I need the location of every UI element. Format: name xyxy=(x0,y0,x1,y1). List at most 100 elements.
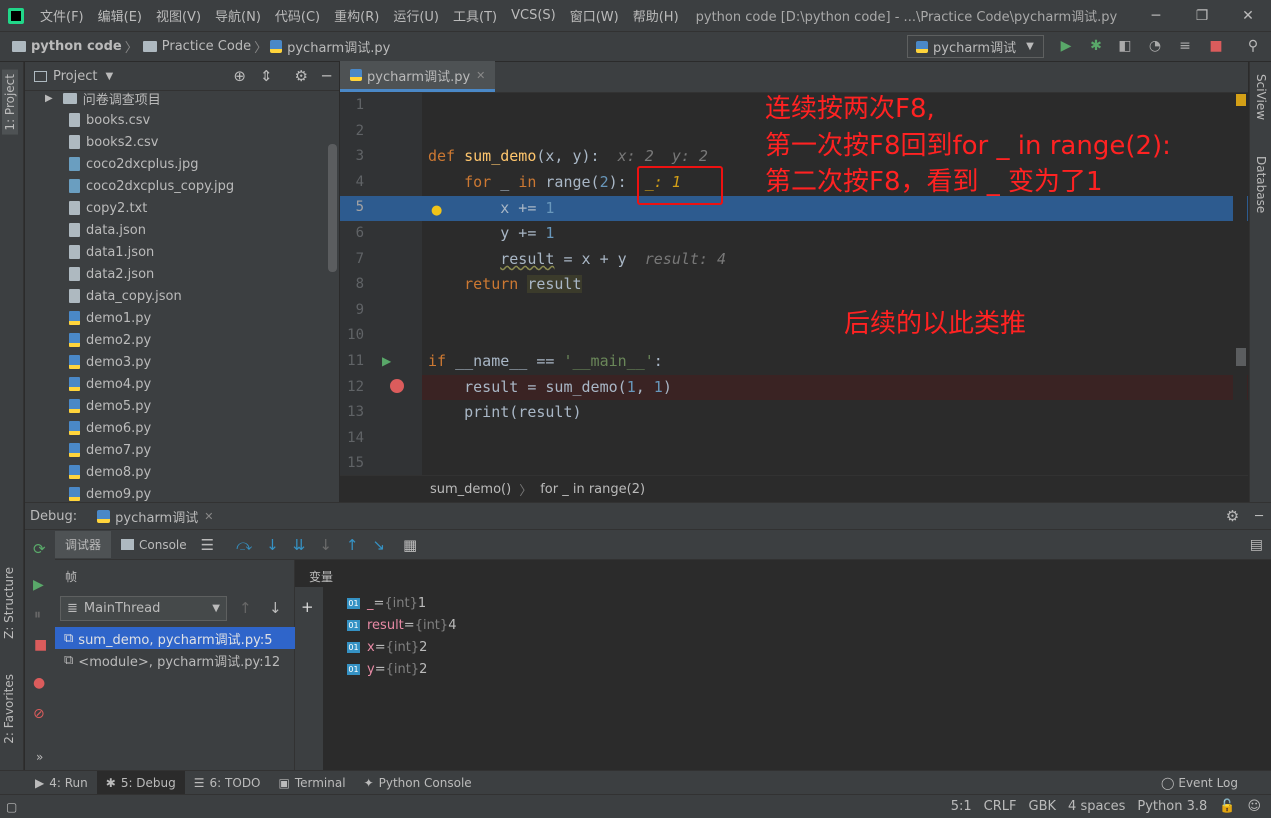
next-frame-icon[interactable]: ↓ xyxy=(269,599,282,617)
lock-icon[interactable]: 🔓 xyxy=(1213,799,1241,814)
more-icon[interactable]: » xyxy=(36,750,43,764)
tab-python-console[interactable]: ✦ Python Console xyxy=(355,771,481,795)
tree-file[interactable]: demo1.py xyxy=(69,307,151,329)
line-separator[interactable]: CRLF xyxy=(978,799,1023,814)
code-line-3[interactable]: def sum_demo(x, y): x: 2 y: 2 xyxy=(428,147,708,165)
step-over-icon[interactable]: ↓ xyxy=(266,536,279,554)
tree-file[interactable]: demo3.py xyxy=(69,351,151,373)
indent-setting[interactable]: 4 spaces xyxy=(1062,799,1131,814)
restore-icon[interactable]: ❐ xyxy=(1179,8,1225,24)
stop-icon[interactable]: ■ xyxy=(34,637,47,653)
layout-toggle-icon[interactable]: ▢ xyxy=(6,800,17,814)
code-line-12[interactable]: result = sum_demo(1, 1) xyxy=(428,378,672,396)
lightbulb-icon[interactable]: ● xyxy=(431,203,442,218)
tree-file[interactable]: demo7.py xyxy=(69,439,151,461)
debug-session-tab[interactable]: pycharm调试 xyxy=(115,507,198,526)
mute-breakpoints-icon[interactable]: ⊘ xyxy=(33,706,45,722)
step-out-icon[interactable]: ↑ xyxy=(346,536,359,554)
tab-database[interactable]: Database xyxy=(1254,156,1268,213)
interpreter[interactable]: Python 3.8 xyxy=(1131,799,1213,814)
menu-code[interactable]: 代码(C) xyxy=(268,6,327,25)
tab-debugger[interactable]: 调试器 xyxy=(55,531,112,558)
pause-icon[interactable]: ⏸ xyxy=(34,607,41,623)
tree-file[interactable]: demo6.py xyxy=(69,417,151,439)
layout-icon[interactable]: ▤ xyxy=(1250,537,1263,553)
crumb-function[interactable]: sum_demo() xyxy=(430,482,511,497)
tree-folder[interactable]: ▶ 问卷调查项目 xyxy=(45,87,161,109)
variable-row[interactable]: 01 _ = {int} 1 xyxy=(347,592,426,614)
menu-run[interactable]: 运行(U) xyxy=(386,6,446,25)
chevron-down-icon[interactable]: ▼ xyxy=(105,71,113,82)
tree-file[interactable]: demo5.py xyxy=(69,395,151,417)
menu-edit[interactable]: 编辑(E) xyxy=(91,6,149,25)
debug-icon[interactable]: ✱ xyxy=(1088,38,1104,54)
locate-icon[interactable]: ⊕ xyxy=(233,67,246,85)
inspector-icon[interactable]: ☺ xyxy=(1241,799,1267,814)
close-tab-icon[interactable]: ✕ xyxy=(204,510,213,523)
coverage-icon[interactable]: ◧ xyxy=(1117,38,1133,54)
file-encoding[interactable]: GBK xyxy=(1023,799,1063,814)
profile-icon[interactable]: ◔ xyxy=(1147,38,1163,54)
thread-select[interactable]: ≣ MainThread ▼ xyxy=(60,596,227,621)
step-into-icon[interactable]: ⇊ xyxy=(293,536,306,554)
editor-scrollbar[interactable] xyxy=(1233,93,1247,475)
menu-tools[interactable]: 工具(T) xyxy=(446,6,504,25)
rerun-icon[interactable]: ⟳ xyxy=(33,540,46,558)
show-execution-point-icon[interactable]: ⤼ xyxy=(236,536,252,554)
menu-icon[interactable]: ☰ xyxy=(201,536,214,554)
step-into-my-code-icon[interactable]: ↓ xyxy=(319,536,332,554)
variable-row[interactable]: 01 y = {int} 2 xyxy=(347,658,427,680)
evaluate-icon[interactable]: ▦ xyxy=(403,536,417,554)
project-title[interactable]: Project xyxy=(53,69,97,84)
menu-file[interactable]: 文件(F) xyxy=(33,6,91,25)
add-watch-icon[interactable]: + xyxy=(301,598,314,616)
stop-icon[interactable]: ■ xyxy=(1208,38,1224,54)
breakpoint-icon[interactable] xyxy=(390,379,404,393)
run-to-cursor-icon[interactable]: ↘ xyxy=(372,536,385,554)
close-icon[interactable]: ✕ xyxy=(1225,8,1271,24)
run-gutter-icon[interactable]: ▶ xyxy=(382,354,391,368)
tab-pycharm-debug[interactable]: pycharm调试.py ✕ xyxy=(340,61,496,92)
gear-icon[interactable]: ⚙ xyxy=(295,67,308,85)
code-line-8[interactable]: return result xyxy=(428,275,582,293)
tree-file[interactable]: data_copy.json xyxy=(69,285,182,307)
resume-icon[interactable]: ▶ xyxy=(33,577,44,593)
tab-project[interactable]: 1: Project xyxy=(2,70,18,135)
tree-file[interactable]: data1.json xyxy=(69,241,154,263)
search-icon[interactable]: ⚲ xyxy=(1245,38,1261,54)
tab-debug[interactable]: ✱ 5: Debug xyxy=(96,770,185,795)
caret-position[interactable]: 5:1 xyxy=(945,799,978,814)
menu-navigate[interactable]: 导航(N) xyxy=(208,6,268,25)
concurrency-icon[interactable]: ≡ xyxy=(1177,38,1193,54)
tree-file[interactable]: coco2dxcplus.jpg xyxy=(69,153,198,175)
menu-vcs[interactable]: VCS(S) xyxy=(504,8,563,23)
tab-sciview[interactable]: SciView xyxy=(1254,74,1268,120)
hide-icon[interactable]: ─ xyxy=(1255,509,1263,524)
breadcrumb-folder[interactable]: Practice Code xyxy=(141,39,251,54)
frame-row-selected[interactable]: ⧉ sum_demo, pycharm调试.py:5 xyxy=(55,627,295,649)
code-line-13[interactable]: print(result) xyxy=(428,403,581,421)
scrollbar[interactable] xyxy=(328,144,337,272)
tree-file[interactable]: copy2.txt xyxy=(69,197,147,219)
tree-file[interactable]: books2.csv xyxy=(69,131,158,153)
hide-icon[interactable]: ─ xyxy=(322,67,331,85)
tree-file[interactable]: data.json xyxy=(69,219,146,241)
tree-file[interactable]: coco2dxcplus_copy.jpg xyxy=(69,175,234,197)
event-log[interactable]: ◯ Event Log xyxy=(1152,771,1247,795)
variable-row[interactable]: 01 result = {int} 4 xyxy=(347,614,456,636)
collapse-icon[interactable]: ⇕ xyxy=(260,67,273,85)
code-line-7[interactable]: result = x + y result: 4 xyxy=(428,250,726,268)
tree-file[interactable]: books.csv xyxy=(69,109,150,131)
code-line-6[interactable]: y += 1 xyxy=(428,224,554,242)
view-breakpoints-icon[interactable]: ● xyxy=(33,675,45,691)
menu-help[interactable]: 帮助(H) xyxy=(626,6,686,25)
code-line-5[interactable]: x += 1 xyxy=(428,199,554,217)
menu-view[interactable]: 视图(V) xyxy=(149,6,208,25)
variable-row[interactable]: 01 x = {int} 2 xyxy=(347,636,427,658)
tab-todo[interactable]: ☰ 6: TODO xyxy=(185,771,270,795)
tree-file[interactable]: data2.json xyxy=(69,263,154,285)
breadcrumb-project[interactable]: python code xyxy=(0,39,122,54)
run-config-dropdown[interactable]: pycharm调试 ▼ xyxy=(907,35,1044,58)
tree-file[interactable]: demo8.py xyxy=(69,461,151,483)
gear-icon[interactable]: ⚙ xyxy=(1226,507,1239,525)
